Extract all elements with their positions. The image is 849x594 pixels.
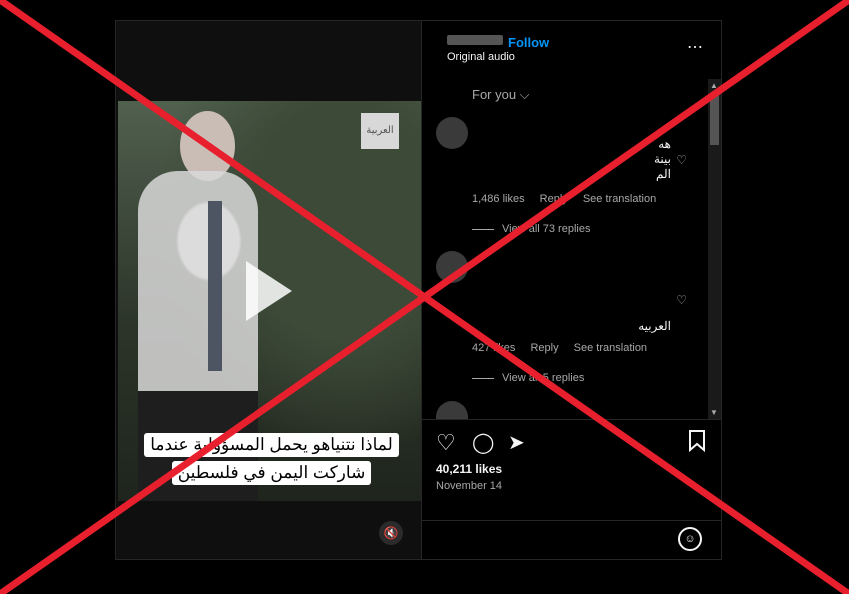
red-cross-overlay — [0, 0, 849, 594]
